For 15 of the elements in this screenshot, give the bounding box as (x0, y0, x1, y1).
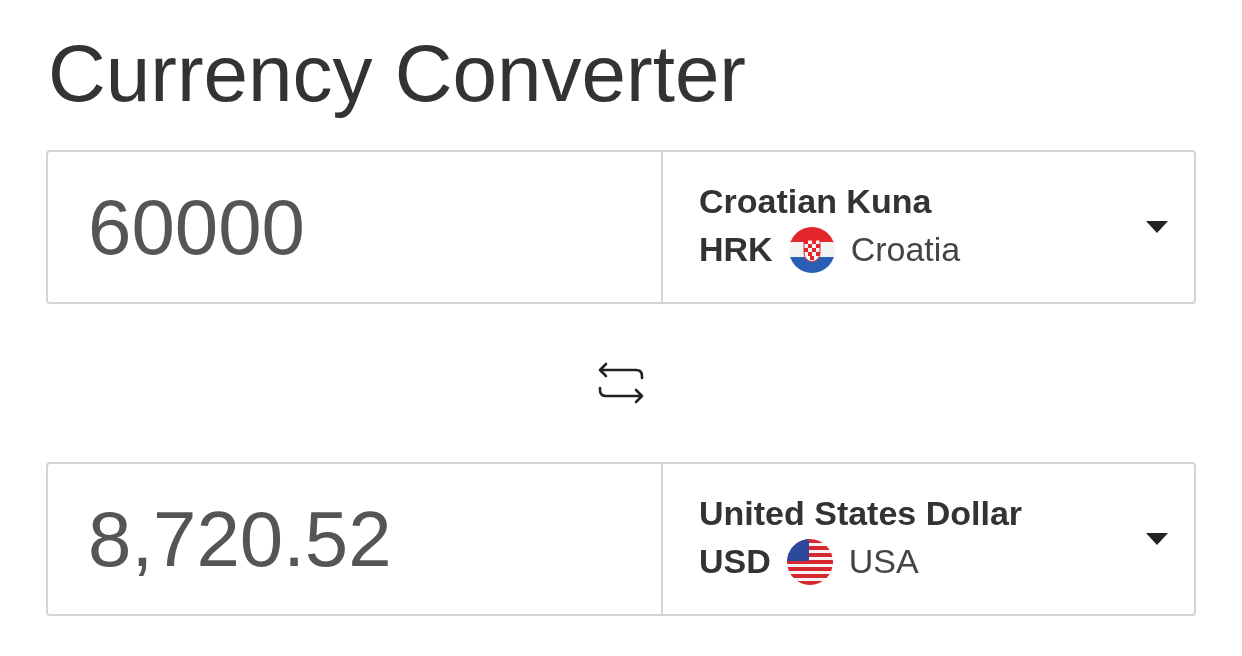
currency-code: USD (699, 542, 771, 581)
caret-icon (1146, 533, 1168, 545)
currency-dropdown[interactable]: Croatian Kuna HRK Croatia (663, 150, 1196, 304)
currency-dropdown[interactable]: United States Dollar USD USA (663, 462, 1196, 616)
page-title: Currency Converter (48, 28, 747, 120)
swap-icon[interactable] (596, 360, 646, 406)
currency-name: United States Dollar (699, 493, 1023, 533)
currency-name: Croatian Kuna (699, 181, 933, 221)
country-name: USA (848, 542, 919, 581)
caret-icon (1146, 221, 1168, 233)
amount-field[interactable]: 60000 (46, 150, 663, 304)
country-name: Croatia (850, 230, 961, 269)
amount-field[interactable]: 8,720.52 (46, 462, 663, 616)
flag-icon (788, 226, 835, 273)
currency-code: HRK (699, 230, 773, 269)
